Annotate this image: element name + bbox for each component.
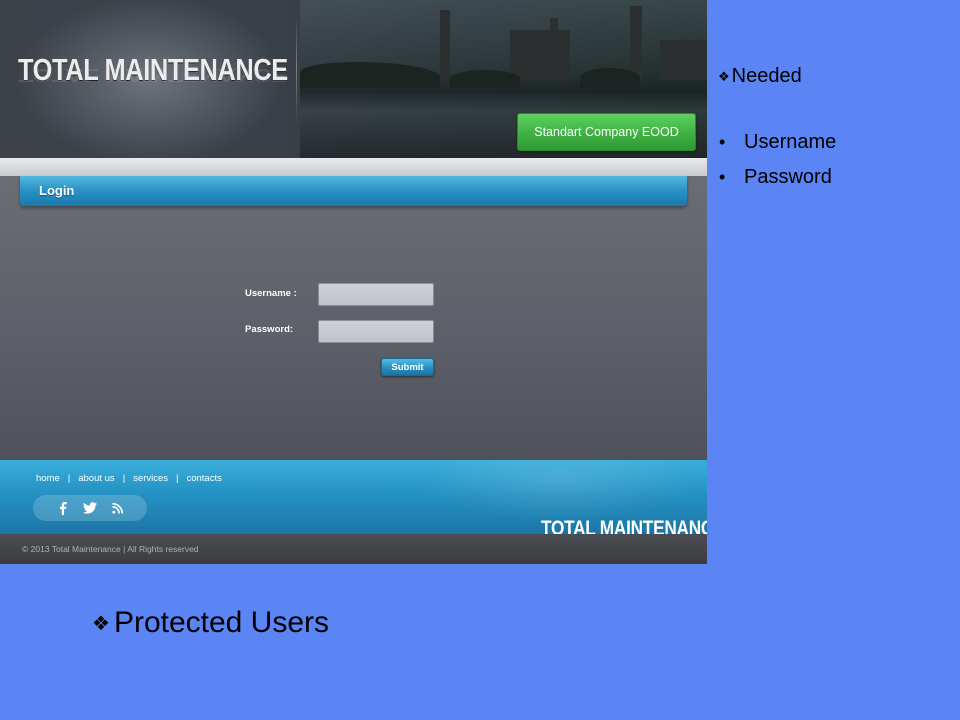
needed-heading-text: Needed [731,65,802,87]
site-header: TOTAL MAINTENANCE TOTAL MAINTENANCE Stan… [0,0,707,158]
login-title-bar: Login [20,176,687,206]
footer-nav-separator: | [122,473,126,484]
rss-icon[interactable] [110,501,124,515]
needed-sub-list: • Username • Password [718,125,836,195]
footer-nav-separator: | [176,473,179,484]
diamond-bullet-icon: ❖ [718,68,730,84]
header-separator-band [0,158,707,176]
footer-nav: home | about us | services | contacts [36,473,222,484]
company-button[interactable]: Standart Company EOOD [517,113,696,151]
copyright-bar: © 2013 Total Maintenance | All Rights re… [0,534,707,564]
bullet-dot-icon: • [719,132,726,152]
footer-link-services[interactable]: services [133,473,168,484]
header-divider [296,14,297,124]
list-item-text: Password [744,166,832,188]
website-screenshot: TOTAL MAINTENANCE TOTAL MAINTENANCE Stan… [0,0,707,564]
password-label: Password: [245,324,294,335]
copyright-text: © 2013 Total Maintenance | All Rights re… [22,544,199,554]
footer-nav-separator: | [67,473,71,484]
site-footer: home | about us | services | contacts TO… [0,460,707,540]
protected-users-text: Protected Users [113,606,330,639]
site-logo-reflection: TOTAL MAINTENANCE [18,65,288,86]
footer-link-contacts[interactable]: contacts [186,473,221,484]
needed-list: ❖ Needed • Username • Password [718,65,836,195]
login-area: Login Username : Password: Submit [0,176,707,460]
footer-link-about-us[interactable]: about us [78,473,114,484]
twitter-icon[interactable] [82,501,97,515]
submit-button[interactable]: Submit [381,358,434,376]
protected-users-heading: ❖ Protected Users [92,606,329,640]
bullet-dot-icon: • [719,167,726,187]
username-input[interactable] [318,283,434,306]
list-item: • Username [718,125,836,160]
list-item: • Password [718,160,836,195]
username-label: Username : [245,288,297,299]
footer-link-home[interactable]: home [36,473,60,484]
list-item-text: Username [744,131,837,153]
diamond-bullet-icon: ❖ [92,612,110,635]
needed-heading: ❖ Needed [718,65,836,88]
password-input[interactable] [318,320,434,343]
login-title: Login [39,183,75,198]
facebook-icon[interactable] [56,501,70,515]
social-links [33,495,147,521]
